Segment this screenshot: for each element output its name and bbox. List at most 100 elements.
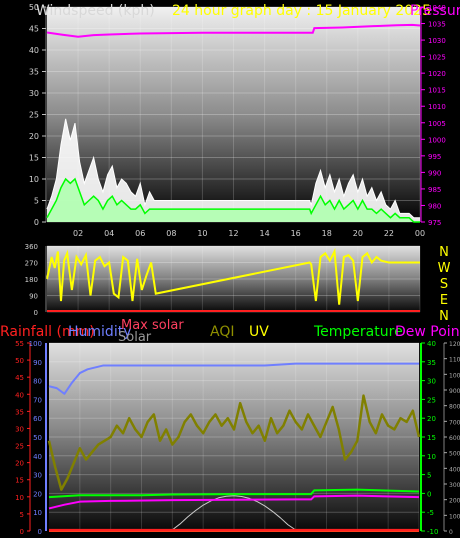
solar-tick-label: 100	[449, 513, 460, 520]
compass-label: N	[439, 309, 449, 324]
direction-tick-label: 180	[25, 276, 38, 284]
pressure-tick-label: 1025	[428, 54, 446, 62]
wind-x-tick-label: 22	[384, 229, 394, 238]
solar-tick-label: 0	[449, 529, 453, 536]
pressure-axis-label: Pressure (hPa)	[410, 3, 460, 19]
temp-tick-label: -10	[427, 528, 438, 536]
rain-tick-label: 0	[20, 528, 24, 536]
solar-tick-label: 600	[449, 435, 460, 442]
solar-tick-label: 800	[449, 404, 460, 411]
humidity-tick-label: 70	[33, 396, 42, 404]
humidity-tick-label: 30	[33, 472, 42, 480]
humidity-tick-label: 0	[38, 528, 42, 536]
wind-x-tick-label: 14	[259, 229, 269, 238]
pressure-tick-label: 1015	[428, 87, 446, 95]
pressure-tick-label: 985	[428, 186, 441, 194]
humidity-tick-label: 50	[33, 434, 42, 442]
pressure-tick-label: 1030	[428, 37, 446, 45]
wind-tick-label: 45	[29, 25, 39, 34]
direction-tick-label: 270	[25, 260, 38, 268]
direction-ticks: 0 90 180 270 360	[25, 243, 38, 317]
solar-tick-label: 500	[449, 451, 460, 458]
compass-label: W	[438, 261, 451, 276]
wind-x-tick-label: 10	[197, 229, 207, 238]
pressure-tick-label: 1005	[428, 120, 446, 128]
wind-tick-label: 15	[29, 154, 39, 163]
windspeed-axis-label: Windspeed (kph)	[36, 3, 155, 19]
rain-tick-label: 10	[15, 494, 24, 502]
humidity-tick-label: 60	[33, 415, 42, 423]
pressure-tick-label: 1035	[428, 21, 446, 29]
pressure-tick-label: 975	[428, 219, 441, 227]
temp-tick-label: 0	[427, 490, 431, 498]
temp-tick-label: 5	[427, 472, 431, 480]
temp-tick-label: 40	[427, 340, 436, 348]
wind-pressure-panel: 05101520253035404550 9759809859909951000…	[29, 3, 460, 238]
solar-tick-label: 300	[449, 482, 460, 489]
chart-title: 24 hour graph day : 15 January 2025	[172, 3, 431, 19]
pressure-tick-label: 1000	[428, 136, 446, 144]
rain-tick-label: 45	[15, 374, 24, 382]
direction-tick-label: 360	[25, 243, 38, 251]
wind-tick-label: 5	[34, 197, 39, 206]
rain-tick-label: 40	[15, 391, 24, 399]
pressure-tick-label: 990	[428, 169, 441, 177]
rain-tick-label: 50	[15, 357, 24, 365]
humidity-tick-label: 40	[33, 453, 42, 461]
humidity-tick-label: 80	[33, 378, 42, 386]
wind-x-tick-label: 20	[353, 229, 363, 238]
humidity-tick-label: 90	[33, 359, 42, 367]
pressure-tick-label: 980	[428, 202, 441, 210]
wind-x-ticks: 02 04 06 08 10 12 14 16 18 20 22 00	[73, 229, 425, 238]
wind-left-ticks: 05101520253035404550	[29, 3, 46, 227]
compass-label: N	[439, 245, 449, 260]
wind-x-tick-label: 00	[415, 229, 425, 238]
temp-tick-label: 15	[427, 434, 436, 442]
wind-tick-label: 35	[29, 68, 39, 77]
wind-tick-label: 0	[34, 218, 39, 227]
pressure-right-ticks: 975 980 985 990 995 1000 1005 1010 1015 1020 1025 1…	[421, 4, 446, 227]
environment-panel: 0102030405060708090100051015202530354045…	[0, 318, 460, 536]
dew-point-label: Dew Point	[395, 324, 460, 340]
compass-label: S	[440, 277, 448, 292]
wind-x-tick-label: 02	[73, 229, 83, 238]
rain-tick-label: 35	[15, 408, 24, 416]
wind-x-tick-label: 06	[135, 229, 145, 238]
wind-tick-label: 40	[29, 46, 39, 55]
rain-tick-label: 25	[15, 443, 24, 451]
solar-tick-label: 900	[449, 388, 460, 395]
temp-tick-label: 30	[427, 378, 436, 386]
wind-tick-label: 10	[29, 175, 39, 184]
wind-x-tick-label: 04	[104, 229, 114, 238]
temp-tick-label: 20	[427, 415, 436, 423]
pressure-tick-label: 1010	[428, 103, 446, 111]
rain-tick-label: 55	[15, 340, 24, 348]
uv-label: UV	[249, 324, 269, 340]
temp-tick-label: -5	[427, 509, 434, 517]
direction-tick-label: 0	[34, 309, 38, 317]
temperature-label: Temperature	[313, 324, 403, 340]
solar-tick-label: 200	[449, 498, 460, 505]
solar-tick-label: 1000	[449, 372, 460, 379]
compass-labels: NWSEN	[438, 245, 451, 324]
wind-tick-label: 25	[29, 111, 39, 120]
aqi-label: AQI	[210, 324, 234, 340]
temp-tick-label: 35	[427, 359, 436, 367]
wind-tick-label: 30	[29, 89, 39, 98]
temp-tick-label: 25	[427, 396, 436, 404]
solar-tick-label: 1100	[449, 357, 460, 364]
rain-tick-label: 20	[15, 460, 24, 468]
humidity-tick-label: 100	[29, 340, 42, 348]
solar-label: Solar	[118, 330, 152, 345]
wind-direction-panel: 090180270360 NWSEN	[25, 243, 451, 324]
humidity-tick-label: 20	[33, 490, 42, 498]
temp-tick-label: 10	[427, 453, 436, 461]
solar-tick-label: 700	[449, 419, 460, 426]
rain-tick-label: 5	[20, 511, 24, 519]
solar-tick-label: 400	[449, 466, 460, 473]
compass-label: E	[440, 293, 448, 308]
wind-x-tick-label: 16	[291, 229, 301, 238]
pressure-tick-label: 995	[428, 153, 441, 161]
weather-graph: 05101520253035404550 9759809859909951000…	[0, 3, 460, 536]
rain-tick-label: 30	[15, 425, 24, 433]
